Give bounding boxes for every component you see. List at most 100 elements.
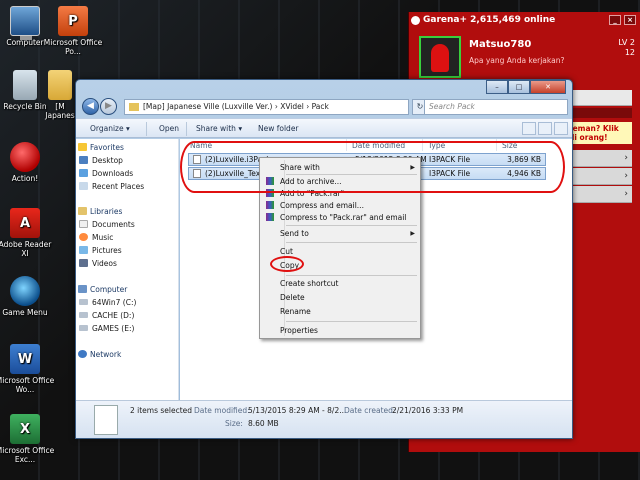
nav-libraries[interactable]: Libraries	[78, 207, 123, 216]
nav-label: Recent Places	[92, 182, 145, 191]
desktop-icon-adobe-reader[interactable]: A Adobe Reader XI	[0, 208, 56, 258]
address-bar[interactable]: [Map] Japanese Ville (Luxville Ver.) › X…	[124, 99, 409, 115]
menu-properties[interactable]: Properties	[280, 326, 318, 335]
nav-drive-d[interactable]: CACHE (D:)	[79, 311, 134, 320]
desktop-icon-label: Action!	[11, 174, 39, 183]
annotation-circle-copy	[270, 256, 304, 272]
garena-list-row[interactable]: ›	[566, 186, 632, 203]
avatar[interactable]	[419, 36, 461, 78]
menu-compress-rar-email[interactable]: Compress to "Pack.rar" and email	[266, 213, 406, 222]
documents-icon	[79, 220, 88, 228]
nav-pictures[interactable]: Pictures	[79, 246, 122, 255]
desktop-icon-label: Adobe Reader XI	[0, 240, 52, 258]
submenu-arrow-icon: ▶	[410, 230, 415, 237]
nav-label: GAMES (E:)	[92, 324, 135, 333]
menu-send-to[interactable]: Send to	[280, 229, 309, 238]
desktop-icon-excel[interactable]: X Microsoft Office Exc...	[0, 414, 56, 464]
nav-network[interactable]: Network	[78, 350, 121, 359]
navigation-pane: Favorites Desktop Downloads Recent Place…	[76, 139, 179, 400]
drive-icon	[79, 312, 88, 318]
computer-icon	[78, 285, 87, 293]
garena-list-row[interactable]: ›	[566, 168, 632, 185]
new-folder-button[interactable]: New folder	[258, 124, 299, 133]
garena-icon-strip	[566, 108, 632, 118]
nav-label: Downloads	[92, 169, 134, 178]
winrar-icon	[266, 213, 274, 221]
minimize-icon[interactable]: _	[609, 15, 621, 25]
forward-button[interactable]: ▶	[100, 98, 117, 115]
menu-create-shortcut[interactable]: Create shortcut	[280, 279, 338, 288]
garena-list-row[interactable]: ›	[566, 150, 632, 167]
size-value: 8.60 MB	[248, 419, 279, 428]
maximize-button[interactable]: □	[508, 80, 530, 94]
menu-label: Properties	[280, 326, 318, 335]
menu-delete[interactable]: Delete	[280, 293, 305, 302]
share-with-button[interactable]: Share with ▾	[196, 124, 242, 133]
organize-button[interactable]: Organize ▾	[90, 124, 130, 133]
nav-label: Music	[92, 233, 114, 242]
downloads-icon	[79, 169, 88, 177]
command-bar: Organize ▾ Open Share with ▾ New folder	[76, 118, 572, 138]
menu-label: Send to	[280, 229, 309, 238]
videos-icon	[79, 259, 88, 267]
star-icon	[78, 143, 87, 151]
recent-places-icon	[79, 182, 88, 190]
desktop-icon-action[interactable]: Action!	[0, 142, 56, 183]
garena-status-input[interactable]: Apa yang Anda kerjakan?	[469, 56, 564, 65]
minimize-button[interactable]: –	[486, 80, 508, 94]
garena-level: LV 2 12	[618, 38, 635, 58]
nav-downloads[interactable]: Downloads	[79, 169, 134, 178]
size-label: Size:	[225, 419, 243, 428]
nav-drive-c[interactable]: 64Win7 (C:)	[79, 298, 136, 307]
desktop-icon-label: Microsoft Office Exc...	[0, 446, 55, 464]
menu-cut[interactable]: Cut	[280, 247, 293, 256]
computer-icon	[10, 6, 40, 40]
open-button[interactable]: Open	[159, 124, 179, 133]
view-options-button[interactable]	[522, 122, 536, 135]
garena-logo-icon	[411, 16, 420, 25]
nav-music[interactable]: Music	[79, 233, 114, 242]
desktop-icon-label: [M Japanes	[45, 102, 75, 120]
garena-username[interactable]: Matsuo780	[469, 39, 531, 50]
menu-label: Compress and email...	[280, 201, 364, 210]
desktop-icon-folder[interactable]: [M Japanes	[44, 70, 76, 120]
menu-separator	[286, 321, 417, 322]
pdf-icon: A	[10, 208, 40, 238]
desktop-icon-word[interactable]: W Microsoft Office Wo...	[0, 344, 56, 394]
close-icon[interactable]: ×	[624, 15, 636, 25]
nav-videos[interactable]: Videos	[79, 259, 117, 268]
libraries-icon	[78, 207, 87, 215]
menu-compress-email[interactable]: Compress and email...	[266, 201, 364, 210]
drive-icon	[79, 299, 88, 305]
preview-pane-button[interactable]	[538, 122, 552, 135]
help-button[interactable]	[554, 122, 568, 135]
garena-profile: Matsuo780 Apa yang Anda kerjakan? LV 2 1…	[417, 34, 639, 78]
level-badge: LV 2	[618, 38, 635, 47]
garena-title-bar: Garena+ 2,615,469 online _ ×	[409, 12, 640, 30]
menu-separator	[286, 225, 417, 226]
nav-label: Libraries	[90, 207, 123, 216]
nav-drive-e[interactable]: GAMES (E:)	[79, 324, 135, 333]
search-input[interactable]: Search Pack	[424, 99, 568, 115]
folder-icon	[48, 70, 72, 100]
recycle-bin-icon	[13, 70, 37, 100]
close-button[interactable]: ✕	[530, 80, 566, 94]
window-controls: – □ ✕	[486, 80, 566, 94]
desktop-icon-game-menu[interactable]: Game Menu	[0, 276, 56, 317]
nav-documents[interactable]: Documents	[79, 220, 135, 229]
game-menu-icon	[10, 276, 40, 306]
back-button[interactable]: ◀	[82, 98, 99, 115]
nav-computer[interactable]: Computer	[78, 285, 128, 294]
nav-label: Computer	[90, 285, 128, 294]
nav-favorites[interactable]: Favorites	[78, 143, 124, 152]
desktop-icon-powerpoint[interactable]: P Microsoft Office Po...	[42, 6, 104, 56]
nav-recent-places[interactable]: Recent Places	[79, 182, 145, 191]
garena-promo[interactable]: teman? Klik di orang!	[566, 122, 632, 144]
menu-label: Rename	[280, 307, 311, 316]
desktop-icon	[79, 156, 88, 164]
word-icon: W	[10, 344, 40, 374]
nav-desktop[interactable]: Desktop	[79, 156, 123, 165]
menu-rename[interactable]: Rename	[280, 307, 311, 316]
winrar-icon	[266, 201, 274, 209]
nav-label: Desktop	[92, 156, 123, 165]
